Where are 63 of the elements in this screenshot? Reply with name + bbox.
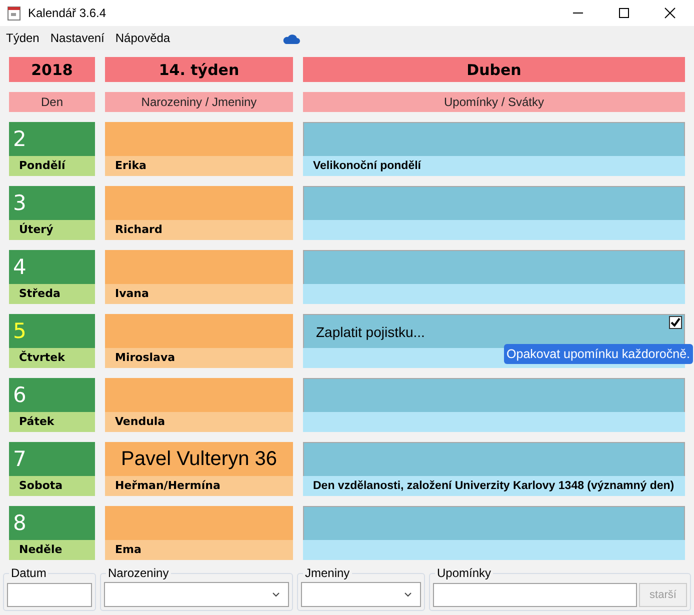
day-number: 2 [9, 122, 95, 156]
close-icon[interactable] [664, 7, 676, 19]
birthday-cell[interactable] [105, 186, 293, 220]
day-number: 5 [9, 314, 95, 348]
menu-item[interactable]: Týden [6, 31, 40, 45]
birthday-cell[interactable] [105, 250, 293, 284]
dropdown[interactable] [104, 582, 289, 607]
birthday-cell[interactable] [105, 314, 293, 348]
week-header: 14. týden [105, 57, 293, 82]
window-title: Kalendář 3.6.4 [28, 6, 106, 20]
nameday-label: Ema [105, 540, 293, 560]
holiday-label: Den vzdělanosti, založení Univerzity Karlovy 1348 (významný den) [303, 476, 685, 496]
calendar-icon [7, 5, 21, 21]
birthday-cell[interactable] [105, 378, 293, 412]
weekday-label: Sobota [9, 476, 95, 496]
cloud-icon[interactable] [282, 32, 300, 44]
birthday-cell[interactable] [105, 122, 293, 156]
maximize-icon[interactable] [618, 7, 630, 19]
weekday-label: Úterý [9, 220, 95, 240]
group-label: Upomínky [435, 566, 494, 580]
weekday-label: Středa [9, 284, 95, 304]
column-header: Narozeniny / Jmeniny [105, 92, 293, 112]
holiday-label: Velikonoční pondělí [303, 156, 685, 176]
caret-icon [272, 592, 280, 597]
day-number: 3 [9, 186, 95, 220]
year-header: 2018 [9, 57, 95, 82]
group-label: Jmeniny [303, 566, 352, 580]
reminder-field[interactable]: Zaplatit pojistku... [303, 314, 685, 348]
menu-item[interactable]: Nastavení [50, 31, 104, 45]
nameday-label: Richard [105, 220, 293, 240]
reminder-field[interactable] [303, 506, 685, 540]
nameday-label: Ivana [105, 284, 293, 304]
reminder-field[interactable] [303, 186, 685, 220]
birthday-cell[interactable] [105, 506, 293, 540]
nameday-label: Miroslava [105, 348, 293, 368]
nameday-label: Vendula [105, 412, 293, 432]
weekday-label: Pondělí [9, 156, 95, 176]
dropdown[interactable] [301, 582, 421, 607]
menu-item[interactable]: Nápověda [115, 31, 170, 45]
reminder-field[interactable] [303, 442, 685, 476]
group-label: Narozeniny [106, 566, 171, 580]
day-number: 8 [9, 506, 95, 540]
birthday-cell[interactable]: Pavel Vulteryn 36 [105, 442, 293, 476]
column-header: Den [9, 92, 95, 112]
caret-icon [404, 592, 412, 597]
weekday-label: Čtvrtek [9, 348, 95, 368]
repeat-checkbox[interactable] [669, 316, 682, 329]
group-label: Datum [9, 566, 48, 580]
weekday-label: Neděle [9, 540, 95, 560]
reminder-field[interactable] [303, 378, 685, 412]
reminder-field[interactable] [303, 122, 685, 156]
nameday-label: Erika [105, 156, 293, 176]
month-header: Duben [303, 57, 685, 82]
nameday-label: Heřman/Hermína [105, 476, 293, 496]
tooltip: Opakovat upomínku každoročně. [504, 344, 693, 364]
column-header: Upomínky / Svátky [303, 92, 685, 112]
day-number: 4 [9, 250, 95, 284]
reminder-field[interactable] [303, 250, 685, 284]
day-number: 6 [9, 378, 95, 412]
weekday-label: Pátek [9, 412, 95, 432]
text-field[interactable] [7, 583, 92, 607]
text-field[interactable] [433, 583, 637, 607]
day-number: 7 [9, 442, 95, 476]
